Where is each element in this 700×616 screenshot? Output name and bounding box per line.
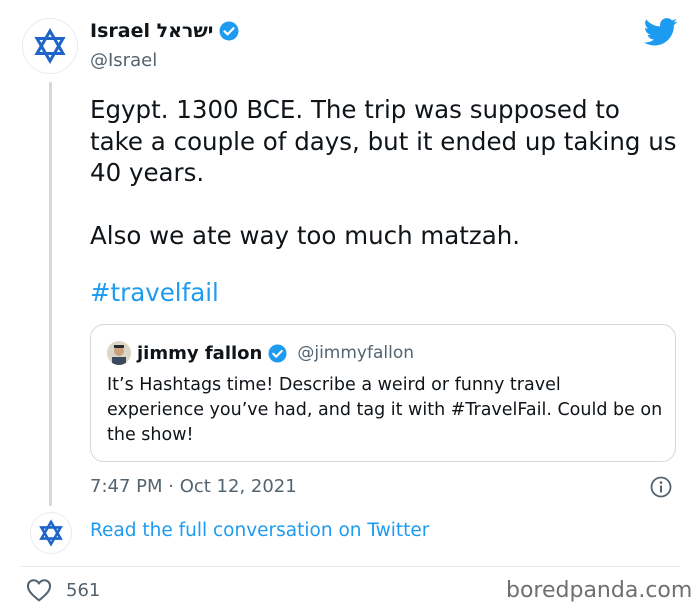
star-of-david-icon	[34, 28, 66, 64]
verified-badge-icon	[219, 21, 239, 41]
tweet-paragraph-2: Also we ate way too much matzah.	[90, 221, 521, 250]
quoted-tweet-text: It’s Hashtags time! Describe a weird or …	[107, 375, 663, 445]
like-button[interactable]: 561	[26, 578, 100, 602]
tweet-paragraph-1: Egypt. 1300 BCE. The trip was supposed t…	[90, 95, 677, 187]
twitter-bird-icon[interactable]	[643, 18, 678, 50]
read-conversation-link[interactable]: Read the full conversation on Twitter	[90, 520, 429, 541]
tweet-timestamp[interactable]: 7:47 PM · Oct 12, 2021	[90, 476, 297, 497]
quoted-tweet-card[interactable]: jimmy fallon @jimmyfallon It’s Hashtags …	[90, 324, 676, 462]
quoted-tweet-header: jimmy fallon @jimmyfallon	[107, 341, 414, 365]
quoted-author-avatar[interactable]	[107, 341, 131, 365]
watermark: boredpanda.com	[506, 578, 693, 603]
author-name-row[interactable]: Israel ישראל	[90, 20, 239, 42]
author-name[interactable]: Israel ישראל	[90, 20, 213, 42]
author-avatar-small[interactable]	[30, 512, 72, 554]
like-count: 561	[66, 579, 101, 601]
tweet-body: Egypt. 1300 BCE. The trip was supposed t…	[90, 94, 680, 252]
thread-line	[49, 82, 52, 506]
verified-badge-icon	[268, 343, 287, 363]
hashtag-link[interactable]: #travelfail	[90, 278, 219, 307]
star-of-david-icon	[39, 519, 63, 547]
heart-icon	[26, 579, 52, 602]
author-handle[interactable]: @Israel	[90, 50, 157, 71]
divider	[20, 566, 680, 567]
author-avatar[interactable]	[22, 18, 78, 74]
quoted-author-handle[interactable]: @jimmyfallon	[297, 343, 414, 363]
quoted-author-name[interactable]: jimmy fallon	[137, 343, 262, 364]
info-icon[interactable]	[650, 476, 672, 502]
